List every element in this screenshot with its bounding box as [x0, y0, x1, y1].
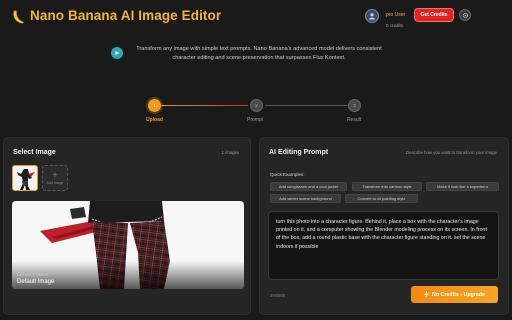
- get-credits-button[interactable]: Get Credits: [414, 8, 454, 22]
- quick-example-chip[interactable]: Add sunglasses and a cool jacket: [270, 182, 347, 191]
- app-title: Nano Banana AI Image Editor: [30, 8, 222, 23]
- image-preview[interactable]: DEFAULT IMAGE Default Image: [12, 201, 244, 289]
- panel-title: Select Image: [13, 149, 56, 156]
- panel-title: AI Editing Prompt: [269, 149, 329, 156]
- quick-example-chip[interactable]: Convert to oil painting style: [345, 194, 418, 203]
- image-count: 1 images: [221, 150, 239, 155]
- banana-icon: [13, 9, 24, 24]
- quick-example-chip[interactable]: Transform into cartoon style: [352, 182, 422, 191]
- image-thumbnail[interactable]: [12, 165, 38, 191]
- settings-button[interactable]: [459, 9, 471, 21]
- prompt-panel: AI Editing Prompt Describe how you want …: [259, 137, 509, 315]
- plus-icon: +: [52, 170, 58, 180]
- user-name: pro User: [386, 12, 406, 18]
- upgrade-label: No Credits - Upgrade: [432, 291, 485, 298]
- gear-icon: [462, 12, 468, 18]
- step-prompt-circle[interactable]: 2: [250, 99, 263, 112]
- prompt-hint: Describe how you want to transform your …: [406, 150, 497, 155]
- prompt-textarea[interactable]: turn this photo into a character figure.…: [268, 211, 499, 280]
- add-image-button[interactable]: + Add Image: [42, 165, 68, 191]
- quick-example-chip[interactable]: Make it look like a superhero: [426, 182, 499, 191]
- step-prompt-label: Prompt: [247, 117, 264, 123]
- step-connector-pending: [265, 105, 349, 106]
- user-icon: [369, 13, 375, 20]
- user-avatar[interactable]: [365, 9, 379, 23]
- character-thumbnail-image: [13, 166, 37, 190]
- step-connector-complete: [160, 105, 248, 106]
- step-upload-circle[interactable]: 1: [148, 99, 161, 112]
- credits-count: 0 credits: [386, 23, 404, 28]
- step-result-circle[interactable]: 3: [348, 99, 361, 112]
- upgrade-button[interactable]: No Credits - Upgrade: [411, 286, 498, 303]
- preview-tag: DEFAULT IMAGE: [17, 273, 49, 277]
- lightning-icon: [424, 291, 429, 298]
- step-upload-label: Upload: [146, 117, 163, 123]
- app-description: Transform any image with simple text pro…: [136, 46, 382, 61]
- step-result-label: Result: [347, 117, 362, 123]
- preview-caption: Default Image: [17, 279, 55, 285]
- quick-examples-label: Quick Examples:: [270, 172, 305, 177]
- quick-example-chip[interactable]: Add winter scene background: [270, 194, 341, 203]
- character-counter: 294/500: [270, 293, 286, 298]
- app-header: Nano Banana AI Image Editor pro User 0 c…: [0, 0, 512, 36]
- play-icon: [111, 47, 123, 59]
- add-image-label: Add Image: [46, 181, 64, 185]
- select-image-panel: Select Image 1 images + Add Image DEFAUL…: [3, 137, 251, 315]
